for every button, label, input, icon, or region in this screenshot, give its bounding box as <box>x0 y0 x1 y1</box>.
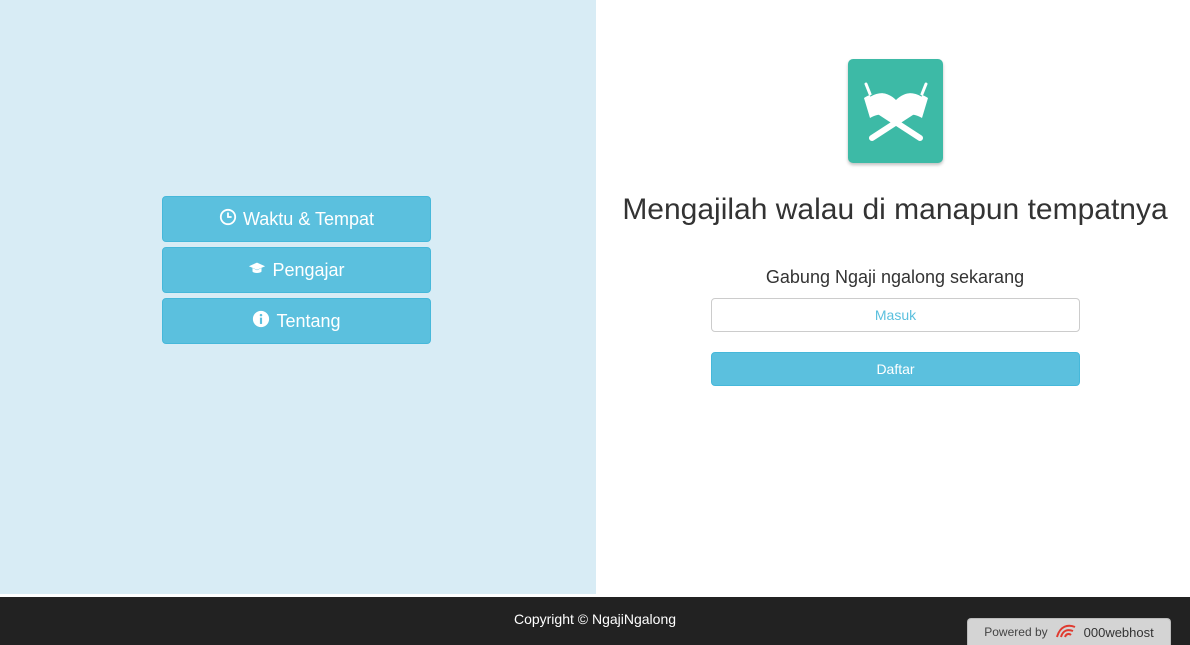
app-logo <box>848 59 943 163</box>
quran-stand-icon <box>856 76 936 147</box>
webhost-logo-icon <box>1054 622 1078 643</box>
waktu-tempat-label: Waktu & Tempat <box>242 208 375 229</box>
clock-icon <box>219 208 237 231</box>
tentang-button[interactable]: Tentang <box>162 298 431 344</box>
page-headline: Mengajilah walau di manapun tempatnya <box>622 193 1168 226</box>
daftar-button[interactable]: Daftar <box>711 352 1080 386</box>
join-subtitle: Gabung Ngaji ngalong sekarang <box>765 267 1025 287</box>
graduation-cap-icon <box>248 259 266 282</box>
masuk-button[interactable]: Masuk <box>711 298 1080 332</box>
host-brand-name: 000webhost <box>1083 624 1154 640</box>
tentang-label: Tentang <box>276 310 341 331</box>
info-circle-icon <box>252 310 270 333</box>
waktu-tempat-button[interactable]: Waktu & Tempat <box>162 196 431 242</box>
pengajar-label: Pengajar <box>272 259 345 280</box>
powered-by-badge[interactable]: Powered by 000webhost <box>967 618 1171 645</box>
left-panel <box>0 0 596 594</box>
pengajar-button[interactable]: Pengajar <box>162 247 431 293</box>
powered-by-label: Powered by <box>984 625 1048 639</box>
